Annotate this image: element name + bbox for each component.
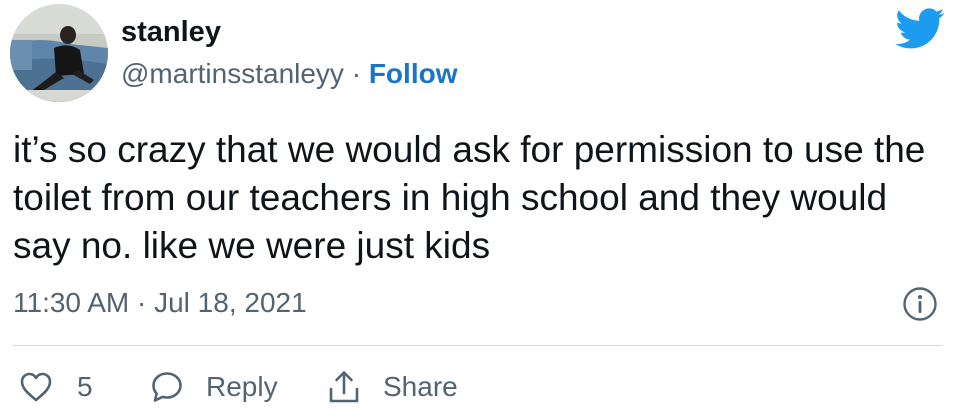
- speech-bubble-icon: [150, 370, 184, 404]
- info-icon[interactable]: [902, 286, 938, 322]
- display-name[interactable]: stanley: [121, 14, 221, 50]
- avatar[interactable]: [10, 4, 108, 102]
- like-count: 5: [77, 371, 93, 402]
- reply-label: Reply: [206, 371, 278, 402]
- follow-button[interactable]: Follow: [369, 58, 458, 89]
- separator: ·: [343, 58, 369, 89]
- like-button[interactable]: 5: [19, 364, 93, 410]
- divider: [13, 345, 943, 346]
- reply-button[interactable]: Reply: [150, 364, 278, 410]
- tweet-card: stanley @martinsstanleyy · Follow it’s s…: [0, 0, 954, 418]
- share-button[interactable]: Share: [327, 364, 458, 410]
- heart-icon: [19, 371, 53, 403]
- handle-row: @martinsstanleyy · Follow: [121, 56, 457, 92]
- action-bar: 5 Reply Share: [0, 364, 954, 410]
- twitter-bird-icon[interactable]: [895, 8, 945, 50]
- share-arrow-icon: [327, 369, 361, 405]
- tweet-timestamp[interactable]: 11:30 AM · Jul 18, 2021: [13, 285, 307, 321]
- user-handle[interactable]: @martinsstanleyy: [121, 58, 344, 89]
- share-label: Share: [383, 371, 458, 402]
- tweet-text: it’s so crazy that we would ask for perm…: [13, 129, 926, 266]
- avatar-photo: [10, 4, 108, 102]
